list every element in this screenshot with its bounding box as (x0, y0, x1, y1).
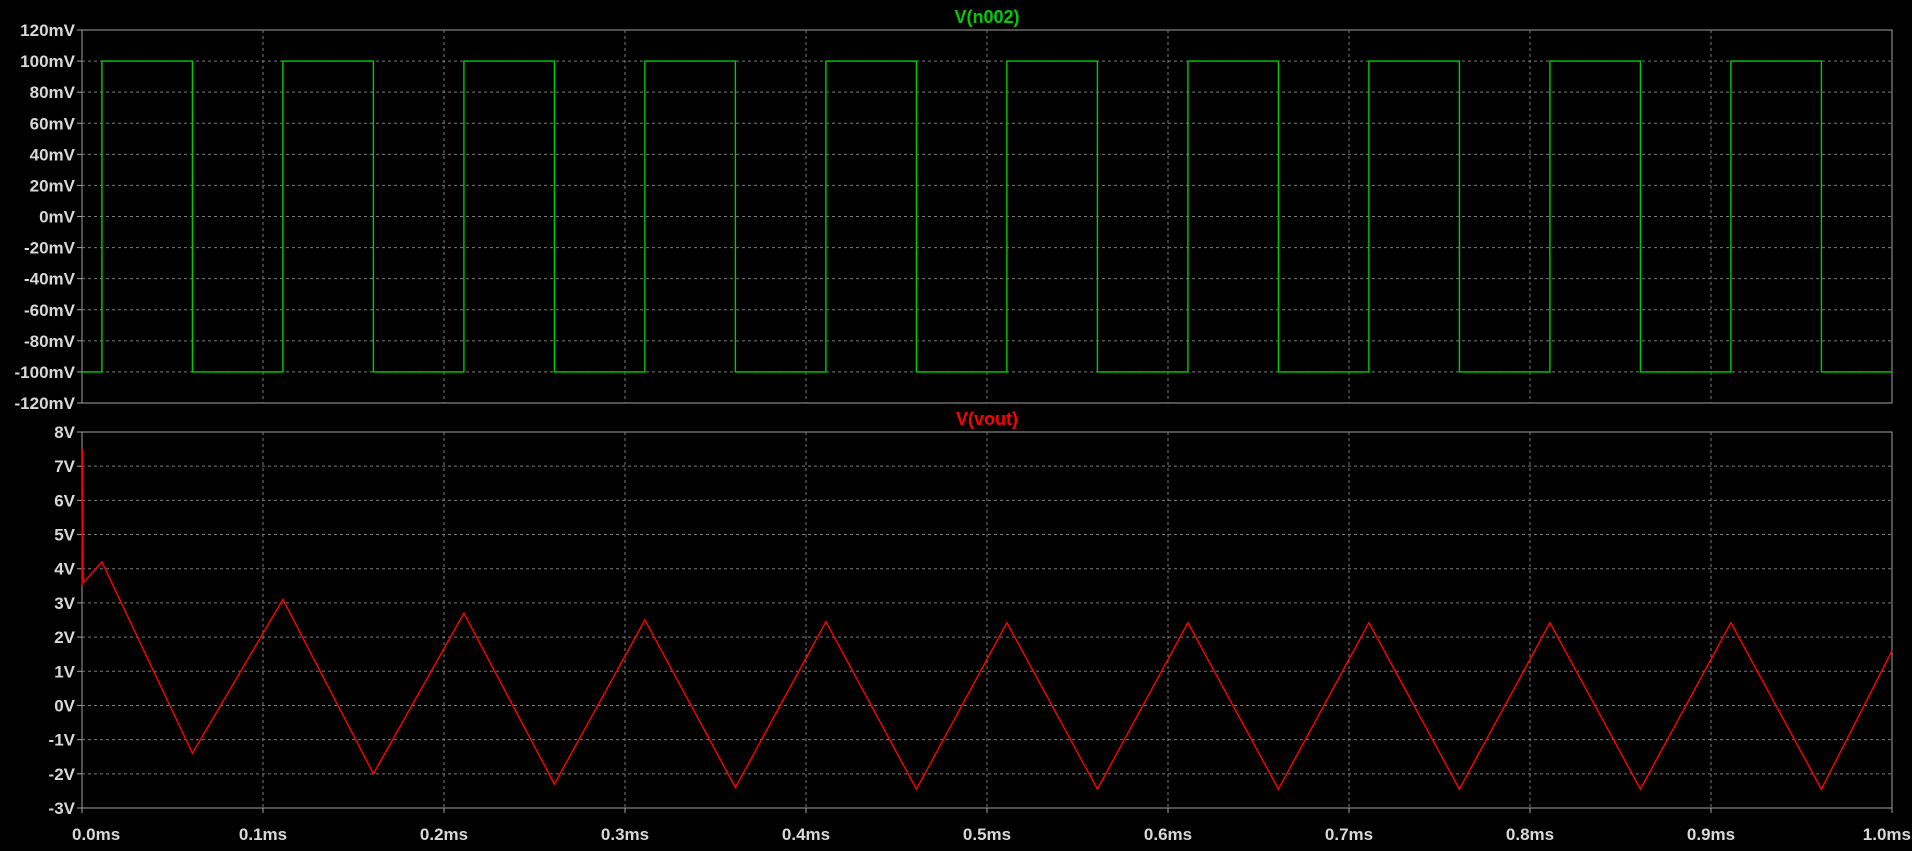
x-tick-label: 1.0ms (1863, 825, 1911, 844)
top-y-tick-label: -40mV (24, 270, 76, 289)
bottom-y-tick-label: 3V (54, 594, 75, 613)
x-tick-label: 0.5ms (963, 825, 1011, 844)
bottom-y-tick-label: 4V (54, 560, 75, 579)
x-tick-label: 0.6ms (1144, 825, 1192, 844)
top-y-tick-label: -100mV (15, 363, 76, 382)
top-y-tick-label: -80mV (24, 332, 76, 351)
top-y-tick-label: 40mV (30, 145, 76, 164)
bottom-y-tick-label: 0V (54, 696, 75, 715)
top-y-tick-label: 120mV (20, 21, 75, 40)
bottom-y-tick-label: 6V (54, 491, 75, 510)
top-y-tick-label: -120mV (15, 394, 76, 413)
x-tick-label: 0.3ms (601, 825, 649, 844)
top-y-tick-label: 100mV (20, 52, 75, 71)
bottom-y-tick-label: 8V (54, 423, 75, 442)
bottom-y-tick-label: -3V (49, 799, 76, 818)
bottom-y-tick-label: -1V (49, 731, 76, 750)
x-tick-label: 0.8ms (1506, 825, 1554, 844)
x-tick-label: 0.7ms (1325, 825, 1373, 844)
top-y-tick-label: 80mV (30, 83, 76, 102)
top-y-tick-label: 0mV (39, 208, 76, 227)
x-tick-label: 0.1ms (239, 825, 287, 844)
top-y-tick-label: 20mV (30, 176, 76, 195)
x-tick-label: 0.2ms (420, 825, 468, 844)
bottom-y-tick-label: 5V (54, 526, 75, 545)
top-y-tick-label: 60mV (30, 114, 76, 133)
x-tick-label: 0.9ms (1687, 825, 1735, 844)
x-tick-label: 0.0ms (72, 825, 120, 844)
bottom-y-tick-label: -2V (49, 765, 76, 784)
bottom-y-tick-label: 7V (54, 457, 75, 476)
waveform-viewer: 120mV 100mV 80mV 60mV 40mV 20mV 0mV -20mV -40mV -… (0, 0, 1912, 846)
x-tick-label: 0.4ms (782, 825, 830, 844)
bottom-y-tick-label: 1V (54, 662, 75, 681)
top-trace-title[interactable]: V(n002) (954, 7, 1019, 27)
bottom-trace-title[interactable]: V(vout) (956, 409, 1018, 429)
top-y-tick-label: -20mV (24, 239, 76, 258)
waveform-plot-svg: 120mV 100mV 80mV 60mV 40mV 20mV 0mV -20mV -40mV -… (15, 7, 1911, 844)
top-y-tick-label: -60mV (24, 301, 76, 320)
bottom-y-tick-label: 2V (54, 628, 75, 647)
